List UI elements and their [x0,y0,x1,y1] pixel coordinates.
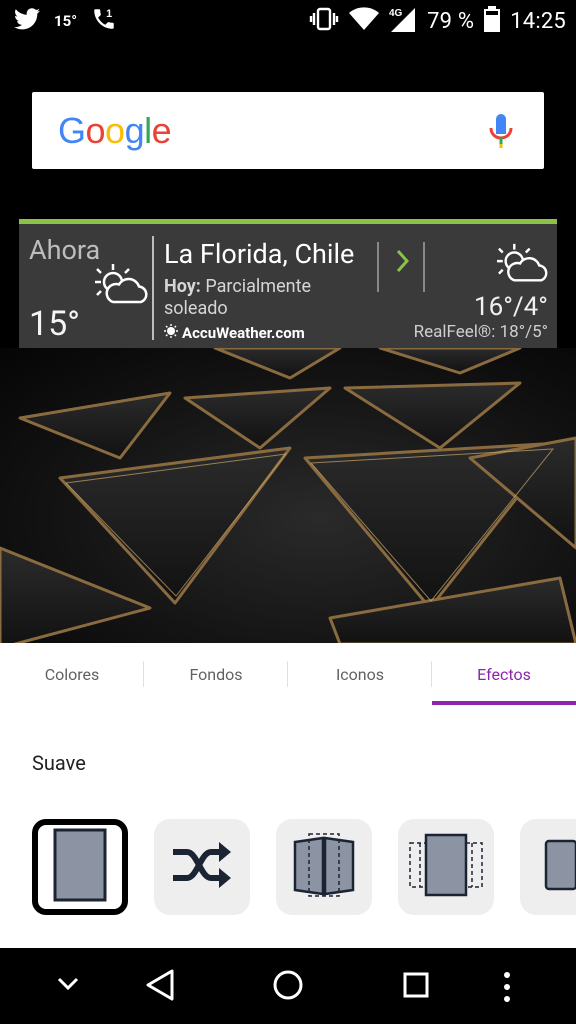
google-logo-letter: e [151,110,172,151]
cube-pages-icon [408,833,484,901]
missed-call-icon: 1 [91,6,117,36]
shuffle-icon [171,840,233,894]
effect-cube-button[interactable] [398,819,494,915]
wallpaper-image [0,348,576,644]
effect-flip-button[interactable] [276,819,372,915]
svg-text:4G: 4G [389,8,403,19]
google-logo-letter: G [58,110,86,151]
page-zoom-icon [538,833,576,901]
google-search-bar[interactable]: Google [32,92,544,169]
chevron-down-icon[interactable] [56,976,80,996]
divider [377,242,379,292]
microphone-icon[interactable] [488,112,514,154]
signal-icon: 4G [389,6,417,36]
tab-efectos[interactable]: Efectos [432,643,576,705]
battery-icon [484,6,501,36]
weather-description: Hoy: Parcialmente soleado [164,276,364,320]
partly-sunny-icon [493,240,549,292]
google-logo: Google [58,110,172,152]
weather-widget[interactable]: Ahora 15° La Florida, Chile Hoy: Parcial… [19,219,557,348]
twitter-icon [14,8,40,34]
accuweather-sun-icon [164,324,178,342]
google-logo-letter: l [144,110,152,151]
customization-panel: Colores Fondos Iconos Efectos Suave [0,643,576,949]
divider [423,242,425,292]
google-logo-letter: o [105,110,125,151]
status-bar: 15° 1 4G 79 % 14:25 [0,0,576,40]
more-options-icon[interactable] [500,970,514,1008]
tab-fondos[interactable]: Fondos [144,643,288,705]
weather-now-label: Ahora [29,234,101,266]
weather-today-label: Hoy: [164,276,201,297]
wifi-icon [349,7,380,35]
divider [152,236,154,340]
weather-current-temp: 15° [29,304,80,344]
effects-section-title: Suave [32,751,86,775]
tab-colores[interactable]: Colores [0,643,144,705]
clock: 14:25 [510,8,566,34]
chevron-right-icon[interactable] [396,248,410,278]
weather-city: La Florida, Chile [164,238,355,270]
weather-min-max: 16°/4° [474,292,548,322]
back-button-icon[interactable] [144,968,176,1006]
weather-realfeel: RealFeel®: 18°/5° [413,322,548,342]
tab-iconos[interactable]: Iconos [288,643,432,705]
status-temperature: 15° [54,12,78,30]
home-button-icon[interactable] [272,968,304,1006]
navigation-bar [0,948,576,1024]
vibrate-icon [309,7,339,35]
google-logo-letter: o [85,110,106,151]
tab-bar: Colores Fondos Iconos Efectos [0,643,576,705]
partly-sunny-icon [91,260,149,314]
effect-smooth-button[interactable] [32,819,128,915]
svg-text:1: 1 [106,8,112,20]
accuweather-label: AccuWeather.com [182,324,305,342]
battery-percent: 79 % [427,8,475,34]
tab-indicator [432,701,576,705]
google-logo-letter: g [124,110,145,151]
effects-list [32,819,576,915]
effect-zoom-button[interactable] [520,819,576,915]
recents-button-icon[interactable] [402,968,430,1006]
book-flip-icon [289,832,359,902]
accuweather-brand: AccuWeather.com [164,324,305,342]
effect-random-button[interactable] [154,819,250,915]
single-page-icon [52,827,108,907]
